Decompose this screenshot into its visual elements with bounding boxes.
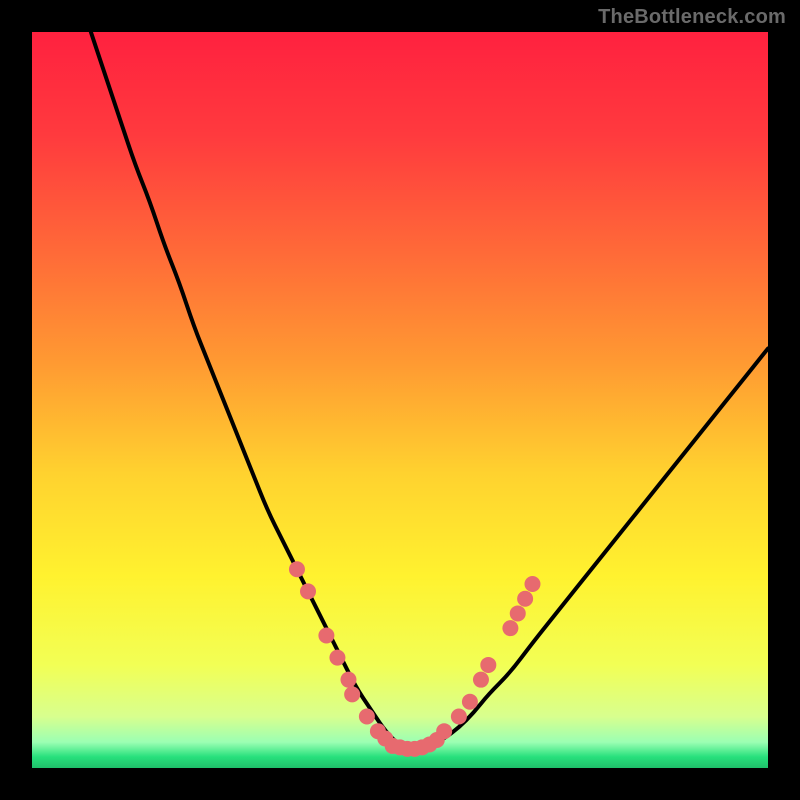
curve-marker <box>502 620 518 636</box>
curve-markers <box>289 561 541 757</box>
curve-marker <box>473 672 489 688</box>
curve-marker <box>340 672 356 688</box>
curve-marker <box>436 723 452 739</box>
curve-marker <box>359 708 375 724</box>
bottleneck-curve <box>91 32 768 749</box>
plot-area <box>32 32 768 768</box>
curve-marker <box>517 591 533 607</box>
curve-marker <box>524 576 540 592</box>
curve-marker <box>300 583 316 599</box>
curve-marker <box>289 561 305 577</box>
curve-marker <box>510 605 526 621</box>
curve-layer <box>32 32 768 768</box>
curve-marker <box>451 708 467 724</box>
curve-marker <box>344 686 360 702</box>
chart-frame: TheBottleneck.com <box>0 0 800 800</box>
curve-marker <box>318 628 334 644</box>
curve-marker <box>480 657 496 673</box>
watermark-text: TheBottleneck.com <box>598 6 786 29</box>
curve-marker <box>462 694 478 710</box>
curve-marker <box>329 650 345 666</box>
